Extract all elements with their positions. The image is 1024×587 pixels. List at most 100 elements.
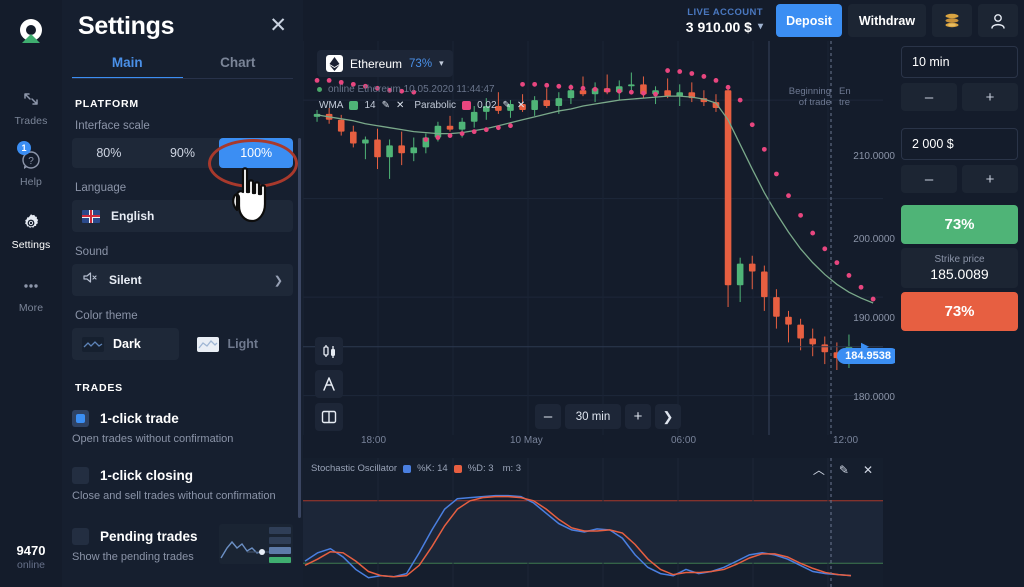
trades-icon <box>21 86 41 112</box>
oscillator-param-d: %D: 3 <box>468 463 494 474</box>
sound-select[interactable]: Silent ❯ <box>72 264 293 296</box>
chevron-down-icon: ▾ <box>758 21 763 32</box>
time-tick: 12:00 <box>833 435 858 446</box>
asset-selector[interactable]: Ethereum 73% ▾ <box>317 50 453 77</box>
d-color-swatch <box>454 465 462 473</box>
profile-icon[interactable] <box>978 4 1018 37</box>
k-color-swatch <box>403 465 411 473</box>
oscillator-param-k: %K: 14 <box>417 463 448 474</box>
duration-field[interactable]: 10 min <box>901 46 1018 78</box>
account-type-label: LIVE ACCOUNT <box>686 7 763 18</box>
setting-title: Pending trades <box>100 529 198 544</box>
one-click-trade-checkbox[interactable] <box>72 410 89 427</box>
deposit-button[interactable]: Deposit <box>776 4 842 37</box>
interface-scale-group: 80% 90% 100% <box>72 138 293 168</box>
time-tick: 06:00 <box>671 435 696 446</box>
layout-icon[interactable] <box>315 403 343 431</box>
one-click-closing-checkbox[interactable] <box>72 467 89 484</box>
entre-line-1: En <box>839 86 851 97</box>
amount-field[interactable]: 2 000 $ <box>901 128 1018 160</box>
call-button[interactable]: 73% <box>901 205 1018 244</box>
setting-one-click-trade: 1-click trade Open trades without confir… <box>72 410 293 445</box>
asset-name: Ethereum <box>350 57 402 71</box>
pencil-icon[interactable]: ✎ <box>382 100 390 111</box>
indicator-name-parabolic: Parabolic <box>414 100 456 111</box>
withdraw-button[interactable]: Withdraw <box>848 4 926 37</box>
timeframe-decrease-button[interactable]: – <box>535 404 561 429</box>
sidebar-item-more[interactable]: More <box>0 273 62 314</box>
price-axis: 210.0000 200.0000 190.0000 180.0000 184.… <box>883 41 895 587</box>
asset-payout: 73% <box>409 58 432 70</box>
sidebar-item-label: Trades <box>15 115 48 127</box>
drawing-tools-icon[interactable] <box>315 370 343 398</box>
amount-plus-button[interactable]: + <box>962 165 1018 193</box>
interface-scale-label: Interface scale <box>75 120 293 132</box>
duration-stepper: – + <box>901 83 1018 111</box>
setting-title: 1-click closing <box>100 468 193 483</box>
beginning-of-trade-label: Beginning of trade <box>763 86 831 108</box>
oscillator-canvas <box>303 458 883 587</box>
indicator-name-wma: WMA <box>319 100 343 111</box>
setting-description: Show the pending trades <box>72 551 219 563</box>
duration-minus-button[interactable]: – <box>901 83 957 111</box>
close-icon[interactable]: ✕ <box>863 463 873 477</box>
time-tick: 18:00 <box>361 435 386 446</box>
setting-description: Close and sell trades without confirmati… <box>72 490 293 502</box>
settings-scrollbar[interactable] <box>298 138 301 518</box>
close-icon[interactable]: ✕ <box>396 100 404 111</box>
top-bar: LIVE ACCOUNT 3 910.00 $ ▾ Deposit Withdr… <box>303 0 1024 41</box>
tab-main[interactable]: Main <box>72 55 183 79</box>
sidebar-item-label: Help <box>20 176 42 188</box>
put-button[interactable]: 73% <box>901 292 1018 331</box>
price-tick: 190.0000 <box>853 313 895 324</box>
pending-trades-checkbox[interactable] <box>72 528 89 545</box>
language-select[interactable]: English <box>72 200 293 232</box>
settings-scroll-content: PLATFORM Interface scale 80% 90% 100% La… <box>62 98 303 587</box>
chevron-up-icon[interactable]: ︿ <box>813 461 825 478</box>
sidebar-item-settings[interactable]: Settings <box>0 210 62 251</box>
ethereum-icon <box>326 55 343 72</box>
wma-color-swatch <box>349 101 358 110</box>
indicator-value-wma: 14 <box>364 100 375 111</box>
price-tick: 180.0000 <box>853 392 895 403</box>
chart-tools <box>315 337 343 431</box>
scale-option-100[interactable]: 100% <box>219 138 293 168</box>
timeframe-value[interactable]: 30 min <box>565 404 621 429</box>
settings-header: Settings ✕ <box>62 0 303 41</box>
close-icon[interactable]: ✕ <box>517 100 525 111</box>
sidebar-item-help[interactable]: ? 1 Help <box>0 147 62 188</box>
tab-chart[interactable]: Chart <box>183 55 294 79</box>
more-icon <box>20 273 42 299</box>
setting-description: Open trades without confirmation <box>72 433 293 445</box>
amount-stepper: – + <box>901 165 1018 193</box>
setting-pending-trades: Pending trades Show the pending trades <box>72 524 293 564</box>
sidebar-item-label: Settings <box>12 239 51 251</box>
brand-logo[interactable] <box>14 16 48 50</box>
theme-option-light[interactable]: Light <box>187 328 294 360</box>
pencil-icon[interactable]: ✎ <box>503 100 511 111</box>
setting-one-click-closing: 1-click closing Close and sell trades wi… <box>72 467 293 502</box>
help-icon: ? 1 <box>20 147 42 173</box>
language-label: Language <box>75 182 293 194</box>
candles-icon[interactable] <box>315 337 343 365</box>
coins-icon[interactable] <box>932 4 972 37</box>
timeframe-controls: – 30 min + ❯ <box>535 404 681 429</box>
chevron-down-icon: ▾ <box>439 58 444 69</box>
scale-option-90[interactable]: 90% <box>146 138 220 168</box>
indicator-legend: WMA 14 ✎ ✕ Parabolic 0.02 ✎ ✕ <box>319 100 525 111</box>
oscillator-param-m: m: 3 <box>503 463 521 474</box>
scroll-forward-button[interactable]: ❯ <box>655 404 681 429</box>
amount-minus-button[interactable]: – <box>901 165 957 193</box>
scale-option-80[interactable]: 80% <box>72 138 146 168</box>
duration-plus-button[interactable]: + <box>962 83 1018 111</box>
language-value: English <box>111 209 154 223</box>
entre-line-2: tre <box>839 97 851 108</box>
oscillator-name: Stochastic Oscillator <box>311 463 397 474</box>
timeframe-increase-button[interactable]: + <box>625 404 651 429</box>
account-balance[interactable]: LIVE ACCOUNT 3 910.00 $ ▾ <box>686 7 763 35</box>
stochastic-oscillator-panel[interactable]: Stochastic Oscillator %K: 14 %D: 3 m: 3 … <box>303 458 883 587</box>
close-icon[interactable]: ✕ <box>269 15 287 36</box>
sidebar-item-trades[interactable]: Trades <box>0 86 62 127</box>
theme-option-dark[interactable]: Dark <box>72 328 179 360</box>
pencil-icon[interactable]: ✎ <box>839 463 849 477</box>
